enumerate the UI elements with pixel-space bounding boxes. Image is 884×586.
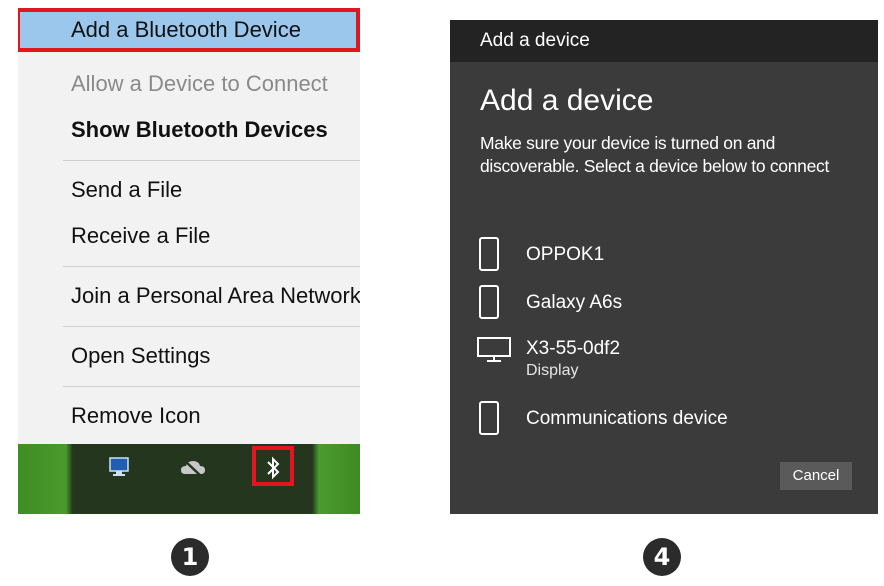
add-device-dialog: Add a device Add a device Make sure your… — [450, 20, 878, 514]
context-menu: Add a Bluetooth Device Allow a Device to… — [18, 8, 360, 444]
cancel-button[interactable]: Cancel — [780, 462, 852, 490]
phone-icon — [479, 401, 499, 435]
device-item-galaxy-a6s[interactable]: Galaxy A6s — [478, 284, 858, 332]
phone-icon — [479, 237, 499, 271]
device-item-x3-55-0df2[interactable]: X3-55-0df2 Display — [477, 336, 858, 384]
device-name: Communications device — [526, 408, 728, 429]
menu-item-remove-icon[interactable]: Remove Icon — [18, 394, 360, 438]
menu-item-receive-file[interactable]: Receive a File — [18, 214, 360, 258]
device-type: Display — [526, 362, 579, 379]
device-name: OPPOK1 — [526, 244, 605, 265]
menu-item-send-file[interactable]: Send a File — [18, 168, 360, 212]
menu-separator — [63, 386, 360, 387]
monitor-icon — [477, 337, 511, 362]
bluetooth-icon[interactable] — [258, 454, 288, 482]
device-item-communications-device[interactable]: Communications device — [478, 400, 858, 448]
bluetooth-context-menu-screenshot: Add a Bluetooth Device Allow a Device to… — [18, 8, 360, 514]
dialog-description: Make sure your device is turned on and d… — [480, 133, 830, 176]
menu-separator — [63, 326, 360, 327]
device-name: Galaxy A6s — [526, 292, 623, 313]
menu-item-join-personal-area-network[interactable]: Join a Personal Area Network — [18, 274, 360, 318]
device-name: X3-55-0df2 — [526, 338, 621, 359]
menu-separator — [63, 160, 360, 161]
menu-item-open-settings[interactable]: Open Settings — [18, 334, 360, 378]
dialog-heading: Add a device — [480, 84, 654, 117]
menu-item-allow-device-connect: Allow a Device to Connect — [71, 71, 328, 96]
step-number-badge: 4 — [643, 538, 681, 576]
system-tray — [18, 444, 360, 514]
menu-item-add-bluetooth-device[interactable]: Add a Bluetooth Device — [18, 8, 360, 52]
window-title: Add a device — [450, 20, 878, 62]
network-monitor-icon[interactable] — [104, 454, 134, 482]
step-number-badge: 1 — [171, 538, 209, 576]
device-item-oppok1[interactable]: OPPOK1 — [478, 236, 858, 284]
menu-separator — [63, 266, 360, 267]
menu-item-show-bluetooth-devices[interactable]: Show Bluetooth Devices — [18, 108, 360, 152]
onedrive-cloud-icon[interactable] — [178, 454, 208, 482]
phone-icon — [479, 285, 499, 319]
